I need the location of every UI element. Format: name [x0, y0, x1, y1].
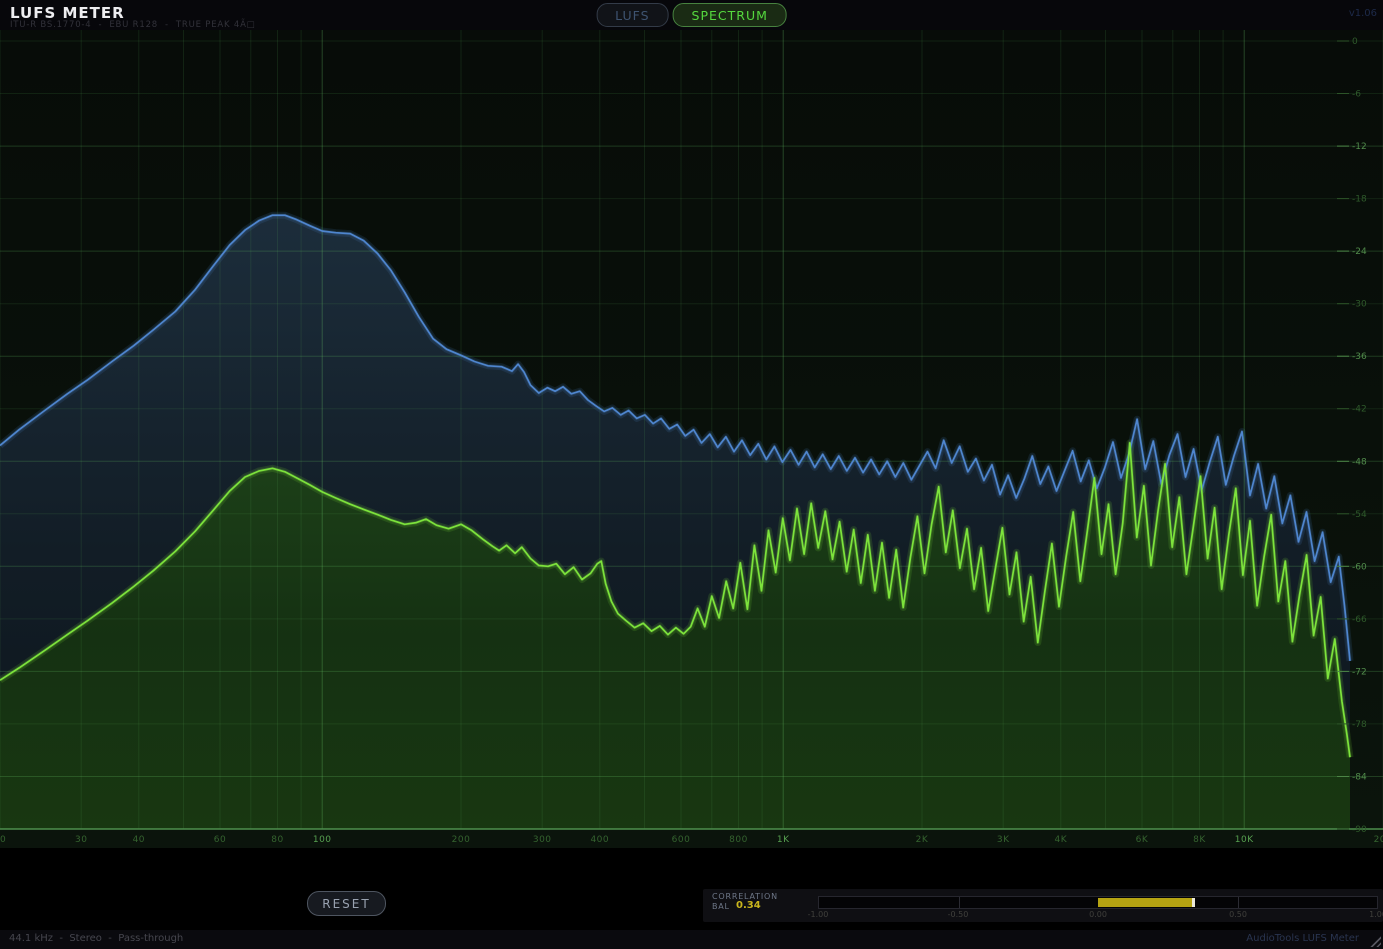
- svg-text:-30: -30: [1352, 300, 1367, 310]
- svg-text:40: 40: [133, 835, 145, 845]
- svg-text:600: 600: [672, 835, 691, 845]
- svg-text:-54: -54: [1352, 510, 1367, 520]
- svg-text:200: 200: [452, 835, 471, 845]
- scale-label: 0.00: [1089, 910, 1107, 919]
- status-bar: 44.1 kHz - Stereo - Pass-through AudioTo…: [0, 930, 1383, 949]
- svg-text:3K: 3K: [997, 835, 1010, 845]
- svg-text:-84: -84: [1352, 773, 1367, 783]
- svg-text:400: 400: [590, 835, 609, 845]
- svg-text:8K: 8K: [1193, 835, 1206, 845]
- svg-text:-36: -36: [1352, 352, 1367, 362]
- view-tabs: LUFS SPECTRUM: [596, 3, 787, 27]
- svg-text:-12: -12: [1352, 142, 1367, 152]
- svg-text:1K: 1K: [777, 835, 790, 845]
- reset-button[interactable]: RESET: [307, 891, 386, 916]
- svg-text:-60: -60: [1352, 562, 1367, 572]
- correlation-meter: [818, 896, 1378, 909]
- spectrum-svg: 0 -6 -12 -18 -24 -30 -36 -42 -48 -54 -60 -66 -72 -78 -…: [0, 30, 1383, 848]
- spectrum-plot: 0 -6 -12 -18 -24 -30 -36 -42 -48 -54 -60 -66 -72 -78 -…: [0, 30, 1383, 848]
- svg-text:20: 20: [0, 835, 6, 845]
- svg-text:-78: -78: [1352, 720, 1367, 730]
- scale-label: 1.00: [1369, 910, 1383, 919]
- svg-text:-24: -24: [1352, 247, 1367, 257]
- header-bar: LUFS METER ITU-R BS.1770-4 - EBU R128 - …: [0, 0, 1383, 30]
- svg-text:800: 800: [729, 835, 748, 845]
- tab-spectrum[interactable]: SPECTRUM: [673, 3, 787, 27]
- svg-text:-18: -18: [1352, 195, 1367, 205]
- svg-text:10K: 10K: [1235, 835, 1254, 845]
- tab-lufs[interactable]: LUFS: [596, 3, 668, 27]
- correlation-scale: -1.00-0.500.000.501.00: [818, 910, 1378, 920]
- balance-label: BAL: [712, 902, 730, 911]
- scale-label: 0.50: [1229, 910, 1247, 919]
- meter-divider: [959, 897, 960, 908]
- svg-text:100: 100: [313, 835, 332, 845]
- meter-divider: [1238, 897, 1239, 908]
- correlation-bar-cap: [1192, 898, 1195, 907]
- svg-text:20K: 20K: [1374, 835, 1383, 845]
- balance-value: 0.34: [736, 900, 761, 911]
- svg-text:-72: -72: [1352, 667, 1367, 677]
- svg-text:30: 30: [75, 835, 87, 845]
- svg-text:-66: -66: [1352, 615, 1367, 625]
- product-name: AudioTools LUFS Meter: [1246, 933, 1359, 944]
- correlation-bar: [1098, 898, 1193, 907]
- standards-subtitle: ITU-R BS.1770-4 - EBU R128 - TRUE PEAK 4…: [10, 20, 256, 30]
- svg-text:2K: 2K: [916, 835, 929, 845]
- scale-label: -0.50: [948, 910, 969, 919]
- svg-text:-6: -6: [1352, 90, 1361, 100]
- resize-grip-icon[interactable]: [1367, 933, 1381, 947]
- svg-text:0: 0: [1352, 37, 1358, 47]
- version-label: v1.06: [1349, 8, 1377, 19]
- plugin-window: LUFS METER ITU-R BS.1770-4 - EBU R128 - …: [0, 0, 1383, 949]
- svg-text:4K: 4K: [1054, 835, 1067, 845]
- svg-text:-42: -42: [1352, 405, 1367, 415]
- scale-label: -1.00: [808, 910, 829, 919]
- svg-text:-90: -90: [1352, 825, 1367, 835]
- svg-text:60: 60: [214, 835, 226, 845]
- svg-text:-48: -48: [1352, 457, 1367, 467]
- svg-text:300: 300: [533, 835, 552, 845]
- stream-info: 44.1 kHz - Stereo - Pass-through: [9, 933, 183, 944]
- svg-text:6K: 6K: [1136, 835, 1149, 845]
- svg-text:80: 80: [271, 835, 283, 845]
- correlation-panel: CORRELATION BAL 0.34 -1.00-0.500.000.501…: [703, 889, 1383, 922]
